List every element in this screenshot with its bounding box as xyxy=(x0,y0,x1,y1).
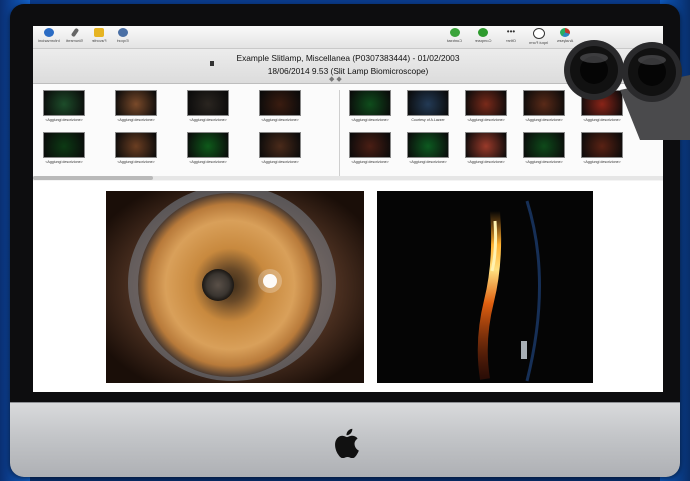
microscope-eyepieces-icon xyxy=(564,40,690,140)
thumbnail-image xyxy=(523,90,565,116)
thumbnail-item[interactable]: <Aggiungi descrizione> xyxy=(39,132,89,164)
iris-image xyxy=(106,191,364,383)
swap-panels-icon[interactable]: ◆ ◆ xyxy=(329,75,342,83)
contrast-icon xyxy=(450,28,460,37)
thumbnail-caption: <Aggiungi descrizione> xyxy=(409,160,447,164)
thumbnail-image xyxy=(187,90,229,116)
thumbnail-caption: <Aggiungi descrizione> xyxy=(467,160,505,164)
other-icon: ••• xyxy=(506,27,516,36)
thumbnail-caption: <Aggiungi descrizione> xyxy=(351,160,389,164)
thumbnail-image xyxy=(465,90,507,116)
toolbar-label: Favorite xyxy=(91,38,107,43)
thumbnail-image xyxy=(259,132,301,158)
contrast-button[interactable]: Contrast xyxy=(443,28,467,46)
thumbnail-caption: <Aggiungi descrizione> xyxy=(45,160,83,164)
thumbnail-image xyxy=(115,90,157,116)
toolbar-label: Strumenti xyxy=(66,38,84,43)
info-button[interactable]: Informazioni xyxy=(37,28,61,46)
input-form-button[interactable]: Input Form xyxy=(527,28,551,46)
slit-beam-photo[interactable] xyxy=(377,191,593,383)
star-icon xyxy=(94,28,104,37)
thumbnail-caption: <Aggiungi descrizione> xyxy=(261,160,299,164)
toolbar-label: Export xyxy=(117,38,129,43)
thumbnail-item[interactable]: <Aggiungi descrizione> xyxy=(345,132,395,164)
thumbnail-caption: <Aggiungi descrizione> xyxy=(351,118,389,122)
apple-logo-icon xyxy=(335,428,359,458)
thumbnail-caption: <Aggiungi descrizione> xyxy=(117,118,155,122)
thumbnail-caption: <Aggiungi descrizione> xyxy=(45,118,83,122)
toolbar-label: Contrast xyxy=(447,38,463,43)
thumbnail-item[interactable]: <Aggiungi descrizione> xyxy=(461,90,511,122)
toolbar-label: Other xyxy=(505,38,516,43)
thumbnail-caption: <Aggiungi descrizione> xyxy=(261,118,299,122)
thumbnail-image xyxy=(349,90,391,116)
tools-button[interactable]: Strumenti xyxy=(63,27,87,46)
thumbnail-item[interactable]: <Aggiungi descrizione> xyxy=(111,132,161,164)
export-button[interactable]: Export xyxy=(111,28,135,46)
thumbnail-image xyxy=(115,132,157,158)
thumbnail-item[interactable]: <Aggiungi descrizione> xyxy=(183,132,233,164)
iris-photo[interactable] xyxy=(106,191,364,383)
thumbnail-item[interactable]: <Aggiungi descrizione> xyxy=(461,132,511,164)
export-icon xyxy=(118,28,128,37)
thumbnail-image xyxy=(407,90,449,116)
other-button[interactable]: ••• Other xyxy=(499,28,523,46)
thumbnail-item[interactable]: <Aggiungi descrizione> xyxy=(345,90,395,122)
thumbnail-item[interactable]: <Aggiungi descrizione> xyxy=(39,90,89,122)
compare-icon xyxy=(478,28,488,37)
thumbnail-caption: <Aggiungi descrizione> xyxy=(467,118,505,122)
thumbnail-item[interactable]: Courtesy of A.Lazzer xyxy=(403,90,453,122)
image-viewer xyxy=(33,181,663,392)
thumbnail-caption: <Aggiungi descrizione> xyxy=(117,160,155,164)
thumbnail-item[interactable]: <Aggiungi descrizione> xyxy=(111,90,161,122)
thumbnail-image xyxy=(407,132,449,158)
favorite-button[interactable]: Favorite xyxy=(87,28,111,46)
thumbnail-item[interactable]: <Aggiungi descrizione> xyxy=(255,90,305,122)
thumbnail-item[interactable]: <Aggiungi descrizione> xyxy=(403,132,453,164)
thumbnail-image xyxy=(349,132,391,158)
slit-beam-image xyxy=(377,191,593,383)
info-icon xyxy=(44,28,54,37)
thumbnail-item[interactable]: <Aggiungi descrizione> xyxy=(183,90,233,122)
thumbnail-image xyxy=(43,132,85,158)
thumbnail-caption: <Aggiungi descrizione> xyxy=(189,160,227,164)
scrollbar-thumb[interactable] xyxy=(33,176,153,180)
toolbar-label: Input Form xyxy=(529,40,549,45)
thumbnail-image xyxy=(523,132,565,158)
thumbnail-caption: <Aggiungi descrizione> xyxy=(583,160,621,164)
toolbar-label: Compare xyxy=(474,38,492,43)
thumbnail-image xyxy=(465,132,507,158)
thumbnail-caption: <Aggiungi descrizione> xyxy=(525,160,563,164)
thumbnail-item[interactable]: <Aggiungi descrizione> xyxy=(255,132,305,164)
thumbnail-caption: Courtesy of A.Lazzer xyxy=(411,118,445,122)
thumbnail-image xyxy=(43,90,85,116)
compare-button[interactable]: Compare xyxy=(471,28,495,46)
toolbar-label: Informazioni xyxy=(38,38,60,43)
thumbnail-image xyxy=(187,132,229,158)
thumbnail-panel-left: <Aggiungi descrizione> <Aggiungi descrizi… xyxy=(39,90,340,176)
input-form-icon xyxy=(533,28,545,39)
thumbnail-image xyxy=(259,90,301,116)
tools-icon xyxy=(70,27,80,38)
thumbnail-caption: <Aggiungi descrizione> xyxy=(189,118,227,122)
